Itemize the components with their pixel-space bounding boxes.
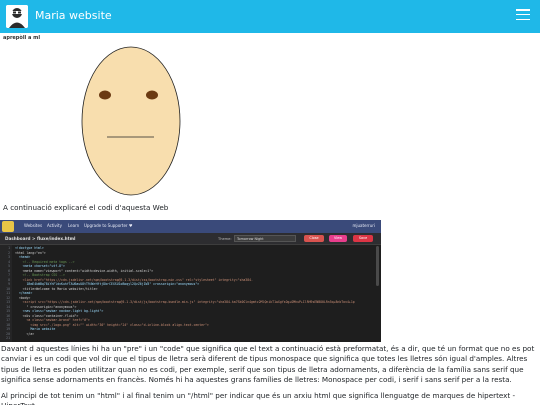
editor-code-line: <script src="https://cdn.jsdelivr.net/np…: [15, 300, 355, 304]
brand-link[interactable]: Maria website: [35, 9, 112, 22]
editor-code-lines: <!doctype html> <html lang="en"> <head> <…: [15, 246, 371, 341]
code-editor-screenshot: Websites Activity Learn Upgrade to Suppo…: [0, 220, 381, 342]
editor-nav-activity: Activity: [47, 223, 62, 228]
editor-username: mjuaterruri: [352, 223, 375, 228]
editor-close-button: Close: [304, 235, 324, 242]
editor-toolbar: Dashboard > fluxe/index.html Theme: Tomo…: [0, 233, 381, 245]
editor-view-button: View: [329, 235, 347, 242]
hamburger-icon[interactable]: [516, 9, 530, 21]
explanation-paragraph-1: Davant d aquestes línies hi ha un "pre" …: [1, 344, 535, 384]
editor-line-number: 21: [6, 336, 10, 340]
editor-navbar: Websites Activity Learn Upgrade to Suppo…: [0, 220, 381, 233]
editor-nav-learn: Learn: [68, 223, 80, 228]
explanation-paragraph-2: Al principi de tot tenim un "html" i al …: [1, 391, 516, 405]
editor-code-line: [15, 336, 371, 341]
top-navbar: Maria website: [0, 0, 540, 33]
editor-theme-label: Theme:: [218, 236, 232, 241]
editor-nav-upgrade: Upgrade to Supporter ♥: [84, 223, 133, 228]
person-avatar-icon[interactable]: [6, 5, 28, 28]
right-eye-icon: [146, 90, 158, 100]
face-outline: [81, 46, 181, 196]
intro-text: A continuació explicaré el codi d'aquest…: [3, 203, 169, 212]
cat-logo-icon: [2, 221, 14, 232]
editor-line-numbers: 1 2 3 4 5 6 7 8 9 10 11 12 13 14 15 16 17 18 19 20 21: [0, 245, 12, 342]
editor-save-button: Save: [353, 235, 373, 242]
editor-scrollbar: [376, 246, 379, 286]
editor-nav-websites: Websites: [24, 223, 43, 228]
editor-breadcrumb: Dashboard > fluxe/index.html: [5, 236, 76, 241]
left-eye-icon: [99, 90, 111, 100]
editor-code-area: 1 2 3 4 5 6 7 8 9 10 11 12 13 14 15 16 17 18 19 20 21 <!doct…: [0, 245, 381, 342]
editor-theme-select: Tomorrow Night: [234, 235, 296, 242]
face-drawing: [81, 46, 181, 196]
image-caption: aprepòll a ml: [3, 35, 41, 41]
